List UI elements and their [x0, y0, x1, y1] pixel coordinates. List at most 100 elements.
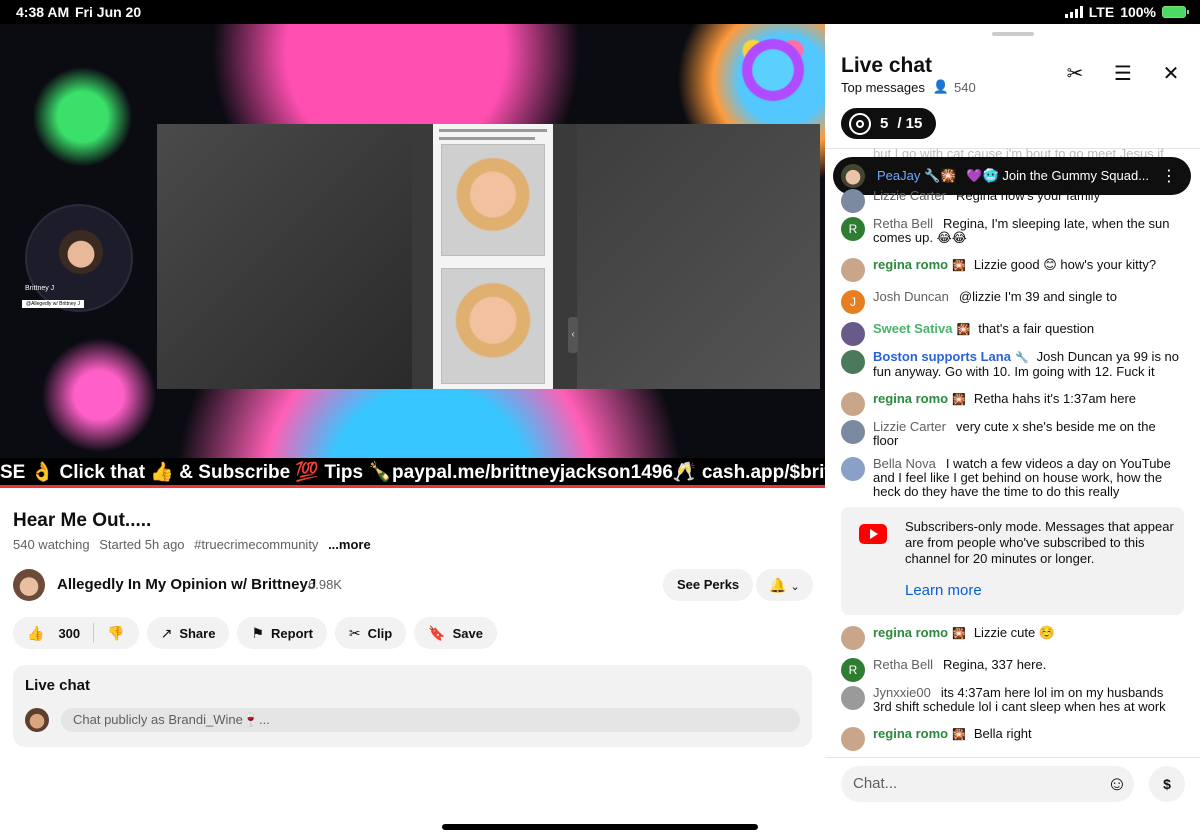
- chat-message[interactable]: Lizzie Carter very cute x she's beside me…: [841, 420, 1181, 448]
- chat-text: Regina how's your family: [955, 188, 1101, 203]
- chat-author: regina romo: [873, 726, 949, 741]
- goal-current: 5: [880, 115, 889, 132]
- chat-text: Lizzie good 😊 how's your kitty?: [973, 257, 1157, 272]
- status-time: 4:38 AM: [16, 4, 70, 20]
- chat-text: Bella right: [973, 726, 1032, 741]
- person-icon: 👤: [932, 79, 950, 94]
- like-count[interactable]: 300: [58, 626, 80, 641]
- chat-message[interactable]: Boston supports Lana 🔧 Josh Duncan ya 99 i…: [841, 350, 1181, 379]
- chevron-left-icon[interactable]: ‹: [568, 317, 578, 353]
- webcam-name: Brittney J: [25, 285, 55, 292]
- chat-avatar: J: [841, 290, 865, 314]
- chat-author: regina romo: [873, 625, 949, 640]
- chat-avatar: [841, 189, 865, 213]
- pinned-author: PeaJay 🔧🎇: [877, 168, 957, 183]
- goal-total: / 15: [897, 115, 923, 132]
- super-chat-icon[interactable]: $: [1149, 766, 1185, 802]
- member-badge: 🎇: [952, 260, 966, 272]
- live-progress-bar[interactable]: [0, 485, 825, 488]
- close-icon[interactable]: ✕: [1159, 62, 1183, 86]
- hashtag-link[interactable]: #truecrimecommunity: [194, 537, 318, 552]
- drag-handle[interactable]: [992, 32, 1034, 36]
- chat-author: regina romo: [873, 257, 949, 272]
- chat-author: Retha Bell: [873, 216, 933, 231]
- webcam-overlay: [25, 204, 133, 312]
- channel-avatar[interactable]: [13, 569, 45, 601]
- share-icon: ↗: [160, 624, 173, 641]
- viewer-count-value: 540: [954, 79, 976, 95]
- see-perks-button[interactable]: See Perks: [663, 569, 754, 601]
- more-button[interactable]: ...more: [328, 537, 371, 552]
- status-right: LTE 100%: [1064, 4, 1189, 20]
- chat-mode-selector[interactable]: Top messages: [841, 80, 925, 95]
- bell-icon: 🔔: [769, 577, 787, 593]
- report-button[interactable]: ⚑ Report: [237, 617, 327, 649]
- chat-message[interactable]: Sweet Sativa 🎇 that's a fair question: [841, 321, 1181, 346]
- share-button[interactable]: ↗ Share: [146, 617, 230, 649]
- clip-button[interactable]: ✂ Clip: [334, 617, 407, 649]
- live-chat-preview[interactable]: Live chat Chat publicly as Brandi_Wine🍷.…: [13, 665, 812, 747]
- chat-author: Josh Duncan: [873, 289, 949, 304]
- stream-ticker: SE 👌 Click that 👍 & Subscribe 💯 Tips 🍾pa…: [0, 458, 825, 488]
- chat-avatar: [841, 420, 865, 444]
- chat-message[interactable]: regina romo 🎇 Lizzie good 😊 how's your kit…: [841, 257, 1181, 282]
- blurred-region-right: [577, 124, 820, 389]
- scissors-icon[interactable]: ✂: [1063, 62, 1087, 86]
- emoji-icon[interactable]: ☺: [1105, 772, 1129, 796]
- save-button[interactable]: 🔖 Save: [414, 617, 498, 649]
- chat-message[interactable]: Lizzie Carter Regina how's your family: [841, 188, 1181, 213]
- chat-message[interactable]: Jynxxie00 its 4:37am here lol im on my hu…: [841, 686, 1181, 714]
- chat-message[interactable]: regina romo 🎇 Retha hahs it's 1:37am here: [841, 391, 1181, 416]
- member-badge: 🎇: [956, 324, 971, 336]
- chat-message[interactable]: regina romo 🎇 Bella right: [841, 726, 1181, 751]
- chat-message[interactable]: regina romo 🎇 Lizzie cute ☺️: [841, 625, 1181, 650]
- chat-avatar: [841, 626, 865, 650]
- chat-text: that's a fair question: [978, 321, 1095, 336]
- chat-author: Sweet Sativa: [873, 321, 953, 336]
- thumbs-down-icon[interactable]: 👎: [107, 625, 124, 642]
- blurred-region-left: [157, 124, 412, 389]
- chat-message[interactable]: R Retha Bell Regina, I'm sleeping late, w…: [841, 217, 1181, 245]
- webcam-handle: @Allegedly w/ Brittney J: [22, 300, 84, 308]
- subscribers-only-notice: Subscribers-only mode. Messages that app…: [841, 507, 1184, 615]
- chat-subheader: Top messages 👤 540: [841, 79, 976, 95]
- action-bar: 👍 300 👎 ↗ Share ⚑ Report ✂ Clip 🔖 Save: [13, 617, 498, 649]
- chat-title: Live chat: [841, 54, 933, 77]
- chat-author: Bella Nova: [873, 456, 936, 471]
- video-player[interactable]: Brittney J @Allegedly w/ Brittney J ‹ SE…: [0, 24, 825, 488]
- chat-author: Lizzie Carter: [873, 188, 946, 203]
- member-badge: 🎇: [952, 729, 966, 741]
- watching-count: 540 watching: [13, 537, 90, 552]
- chat-text: Retha hahs it's 1:37am here: [973, 391, 1137, 406]
- goal-counter[interactable]: 5 / 15: [841, 108, 937, 139]
- filter-sliders-icon[interactable]: ☰: [1111, 62, 1135, 86]
- channel-row: Allegedly In My Opinion w/ BrittneyJ 6.9…: [13, 569, 813, 601]
- chat-author: Lizzie Carter: [873, 419, 946, 434]
- chat-preview-input[interactable]: Chat publicly as Brandi_Wine🍷...: [61, 708, 800, 732]
- chat-input[interactable]: Chat...: [841, 766, 1134, 802]
- chat-author: Retha Bell: [873, 657, 933, 672]
- live-chat-panel: Live chat Top messages 👤 540 ✂ ☰ ✕ 5 / 15…: [825, 24, 1200, 838]
- more-options-icon[interactable]: ⋮: [1161, 166, 1177, 186]
- member-badge: 🎇: [952, 394, 966, 406]
- learn-more-link[interactable]: Learn more: [905, 582, 982, 599]
- chat-avatar: [841, 322, 865, 346]
- network-label: LTE: [1088, 4, 1115, 20]
- shared-screen: [157, 124, 820, 389]
- chat-message[interactable]: R Retha Bell Regina, 337 here.: [841, 657, 1181, 682]
- bookmark-icon: 🔖: [428, 624, 446, 641]
- notification-bell-button[interactable]: 🔔 ⌄: [756, 569, 813, 601]
- thumbs-up-icon[interactable]: 👍: [27, 625, 44, 642]
- home-indicator[interactable]: [442, 824, 758, 830]
- target-icon: [849, 112, 871, 135]
- user-avatar: [25, 708, 49, 732]
- channel-name[interactable]: Allegedly In My Opinion w/ BrittneyJ: [57, 576, 316, 593]
- report-label: Report: [271, 625, 313, 641]
- chat-message[interactable]: J Josh Duncan @lizzie I'm 39 and single t…: [841, 289, 1181, 314]
- chat-message[interactable]: Bella Nova I watch a few videos a day on …: [841, 457, 1181, 499]
- chat-avatar: R: [841, 658, 865, 682]
- subscriber-count: 6.98K: [308, 577, 342, 592]
- pinned-text: 💜🥶 Join the Gummy Squad...: [966, 168, 1150, 183]
- pinned-avatar: [841, 164, 865, 188]
- signal-icon: [1064, 6, 1083, 18]
